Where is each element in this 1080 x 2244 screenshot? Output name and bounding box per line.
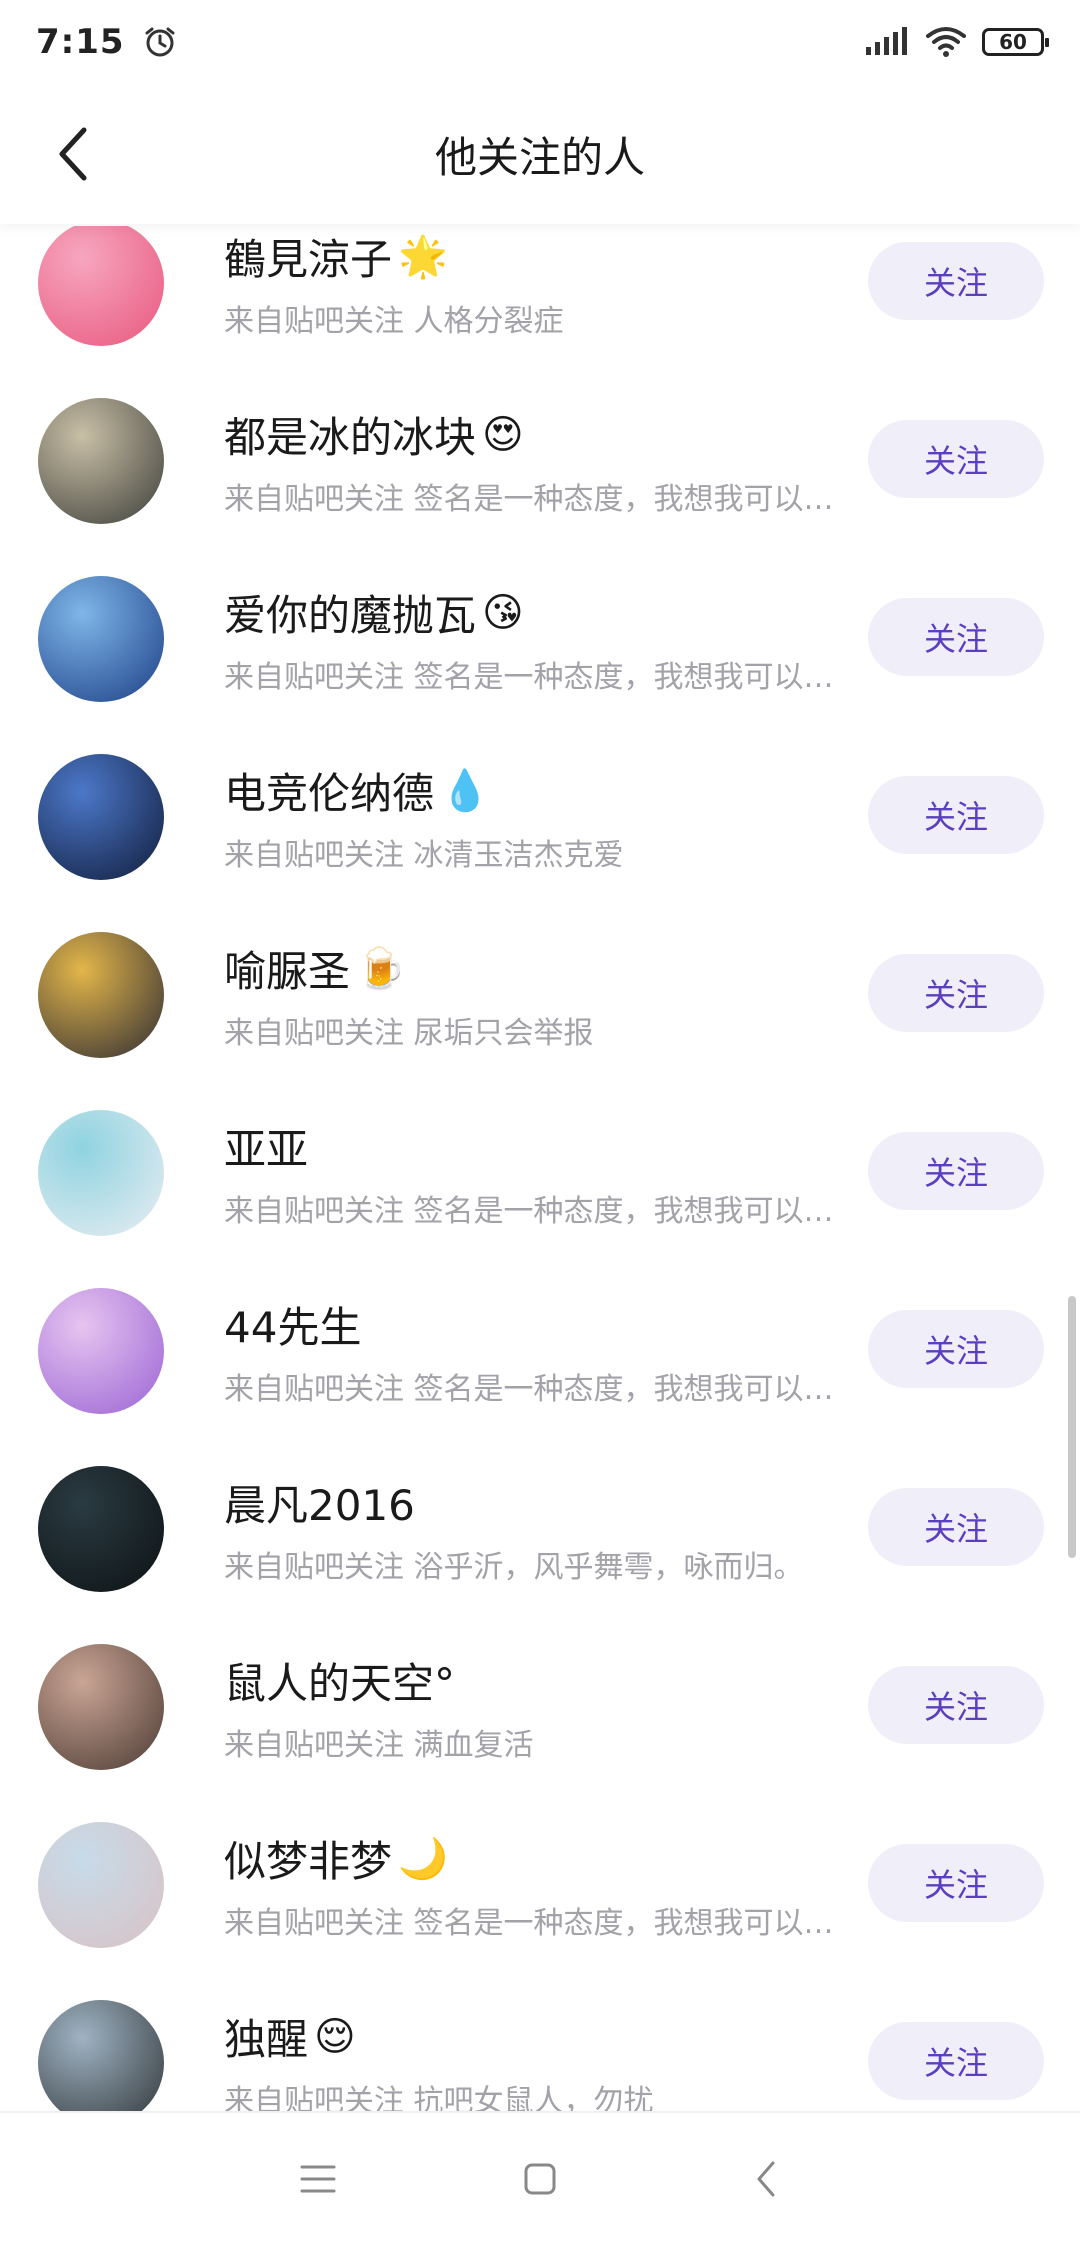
follow-button[interactable]: 关注: [868, 1310, 1044, 1388]
follow-button[interactable]: 关注: [868, 420, 1044, 498]
user-name-text: 44先生: [224, 1303, 362, 1352]
user-subtitle: 来自贴吧关注 人格分裂症: [224, 304, 564, 339]
user-name[interactable]: 爱你的魔抛瓦 😘: [224, 582, 524, 643]
system-nav-bar: [0, 2111, 1080, 2244]
follow-button[interactable]: 关注: [868, 1132, 1044, 1210]
top-bar: 他关注的人: [0, 84, 1080, 224]
follow-button[interactable]: 关注: [868, 1666, 1044, 1744]
avatar[interactable]: [38, 1110, 164, 1236]
user-name-text: 似梦非梦: [224, 1837, 393, 1886]
back-arrow-icon: [59, 127, 87, 181]
status-time: 7:15: [36, 22, 125, 62]
avatar[interactable]: [38, 2000, 164, 2111]
follow-button[interactable]: 关注: [868, 1488, 1044, 1566]
status-bar: 7:15 60: [0, 0, 1080, 84]
name-emoji: 😌: [314, 2013, 356, 2060]
following-list-inner: 鶴見涼子 🌟 来自贴吧关注 人格分裂症 关注 都是冰的冰块 😍 来自贴吧关注 签名是一种态度…: [0, 226, 1080, 2111]
list-item[interactable]: 都是冰的冰块 😍 来自贴吧关注 签名是一种态度，我想我可以更酷... 关注: [0, 370, 1080, 548]
list-item[interactable]: 似梦非梦 🌙 来自贴吧关注 签名是一种态度，我想我可以更酷... 关注: [0, 1794, 1080, 1972]
user-name[interactable]: 鶴見涼子 🌟: [224, 226, 448, 287]
user-subtitle: 来自贴吧关注 冰清玉洁杰克爱: [224, 838, 624, 873]
avatar[interactable]: [38, 1644, 164, 1770]
status-left: 7:15: [36, 22, 177, 62]
avatar[interactable]: [38, 398, 164, 524]
follow-button[interactable]: 关注: [868, 776, 1044, 854]
follow-button[interactable]: 关注: [868, 1844, 1044, 1922]
name-emoji: 🌙: [398, 1835, 448, 1882]
status-right: 60: [864, 26, 1049, 58]
avatar[interactable]: [38, 1466, 164, 1592]
user-name-text: 都是冰的冰块: [224, 413, 477, 462]
list-item[interactable]: 44先生来自贴吧关注 签名是一种态度，我想我可以更酷... 关注: [0, 1260, 1080, 1438]
follow-button[interactable]: 关注: [868, 954, 1044, 1032]
menu-icon: [300, 2165, 336, 2193]
system-back-button[interactable]: [730, 2143, 802, 2215]
user-name[interactable]: 似梦非梦 🌙: [224, 1828, 448, 1889]
user-name[interactable]: 鼠人的天空°: [224, 1650, 455, 1711]
page-title: 他关注的人: [434, 132, 645, 182]
user-name[interactable]: 喻脲圣 🍺: [224, 938, 406, 999]
user-name[interactable]: 独醒 😌: [224, 2006, 356, 2067]
name-emoji: 💧: [440, 767, 490, 814]
back-button[interactable]: [40, 120, 108, 188]
list-item[interactable]: 电竞伦纳德 💧 来自贴吧关注 冰清玉洁杰克爱 关注: [0, 726, 1080, 904]
follow-button[interactable]: 关注: [868, 242, 1044, 320]
user-name-text: 鶴見涼子: [224, 235, 393, 284]
user-subtitle: 来自贴吧关注 签名是一种态度，我想我可以更酷...: [224, 482, 844, 517]
user-name[interactable]: 都是冰的冰块 😍: [224, 404, 524, 465]
home-button[interactable]: [504, 2143, 576, 2215]
user-subtitle: 来自贴吧关注 尿垢只会举报: [224, 1016, 594, 1051]
list-item[interactable]: 独醒 😌 来自贴吧关注 抗吧女鼠人，勿扰 关注: [0, 1972, 1080, 2111]
signal-icon: [864, 27, 910, 57]
name-emoji: 🍺: [356, 945, 406, 992]
user-name[interactable]: 晨凡2016: [224, 1472, 415, 1533]
list-item[interactable]: 爱你的魔抛瓦 😘 来自贴吧关注 签名是一种态度，我想我可以更酷... 关注: [0, 548, 1080, 726]
user-name[interactable]: 44先生: [224, 1294, 361, 1355]
user-subtitle: 来自贴吧关注 签名是一种态度，我想我可以更酷...: [224, 1906, 844, 1941]
avatar[interactable]: [38, 932, 164, 1058]
wifi-icon: [926, 26, 966, 58]
battery-icon: 60: [982, 28, 1049, 56]
name-emoji: 😍: [482, 411, 524, 458]
list-item[interactable]: 鼠人的天空° 来自贴吧关注 满血复活 关注: [0, 1616, 1080, 1794]
follow-button[interactable]: 关注: [868, 598, 1044, 676]
user-name-text: 电竞伦纳德: [224, 769, 435, 818]
user-name[interactable]: 电竞伦纳德 💧: [224, 760, 490, 821]
list-item[interactable]: 鶴見涼子 🌟 来自贴吧关注 人格分裂症 关注: [0, 226, 1080, 370]
list-item[interactable]: 亚亚来自贴吧关注 签名是一种态度，我想我可以更酷... 关注: [0, 1082, 1080, 1260]
alarm-icon: [143, 25, 177, 59]
battery-level: 60: [999, 30, 1027, 54]
following-list[interactable]: 鶴見涼子 🌟 来自贴吧关注 人格分裂症 关注 都是冰的冰块 😍 来自贴吧关注 签名是一种态度…: [0, 226, 1080, 2111]
list-item[interactable]: 晨凡2016 来自贴吧关注 浴乎沂，风乎舞雩，咏而归。 关注: [0, 1438, 1080, 1616]
list-item[interactable]: 喻脲圣 🍺 来自贴吧关注 尿垢只会举报 关注: [0, 904, 1080, 1082]
name-emoji: 🌟: [398, 233, 448, 280]
avatar[interactable]: [38, 754, 164, 880]
scrollbar[interactable]: [1068, 1296, 1076, 1558]
avatar[interactable]: [38, 226, 164, 346]
follow-button[interactable]: 关注: [868, 2022, 1044, 2100]
user-name-text: 爱你的魔抛瓦: [224, 591, 477, 640]
user-subtitle: 来自贴吧关注 抗吧女鼠人，勿扰: [224, 2084, 654, 2111]
user-name-text: 喻脲圣: [224, 947, 351, 996]
user-name-text: 鼠人的天空°: [224, 1659, 456, 1708]
avatar[interactable]: [38, 576, 164, 702]
name-emoji: 😘: [482, 589, 524, 636]
avatar[interactable]: [38, 1822, 164, 1948]
user-subtitle: 来自贴吧关注 浴乎沂，风乎舞雩，咏而归。: [224, 1550, 804, 1585]
user-name-text: 独醒: [224, 2015, 309, 2064]
back-icon: [757, 2161, 775, 2197]
user-subtitle: 来自贴吧关注 签名是一种态度，我想我可以更酷...: [224, 1194, 844, 1229]
avatar[interactable]: [38, 1288, 164, 1414]
user-subtitle: 来自贴吧关注 签名是一种态度，我想我可以更酷...: [224, 1372, 844, 1407]
user-name-text: 晨凡2016: [224, 1481, 415, 1530]
user-subtitle: 来自贴吧关注 签名是一种态度，我想我可以更酷...: [224, 660, 844, 695]
user-name-text: 亚亚: [224, 1125, 309, 1174]
user-subtitle: 来自贴吧关注 满血复活: [224, 1728, 534, 1763]
user-name[interactable]: 亚亚: [224, 1116, 308, 1177]
home-square-icon: [524, 2163, 556, 2195]
menu-button[interactable]: [282, 2143, 354, 2215]
